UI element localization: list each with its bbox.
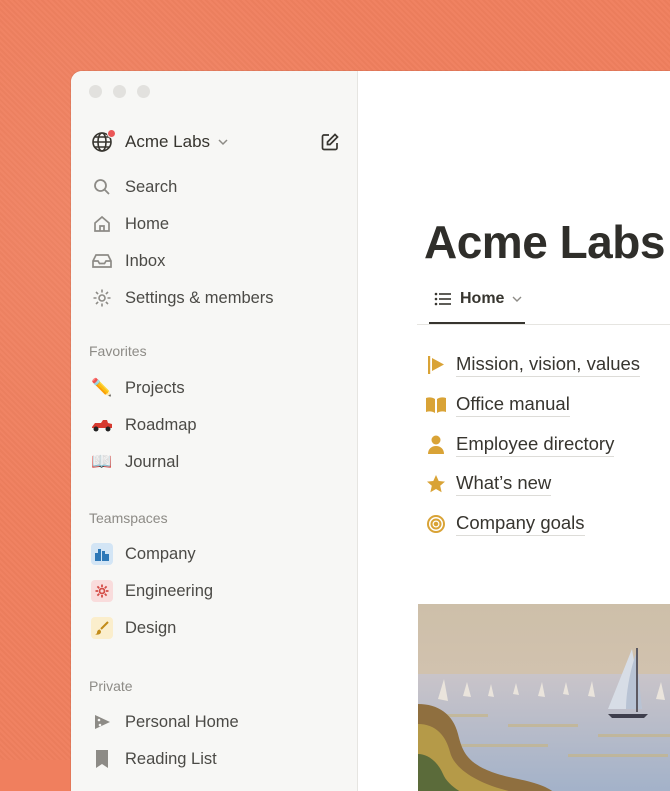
tab-label: Home [460, 290, 505, 307]
pencil-icon: ✏️ [91, 378, 113, 397]
teamspaces-heading: Teamspaces [89, 510, 168, 526]
favorite-projects[interactable]: ✏️ Projects [91, 375, 341, 401]
globe-icon [91, 129, 116, 153]
teamspace-design[interactable]: Design [91, 615, 341, 641]
teamspace-engineering[interactable]: Engineering [91, 578, 341, 604]
paintbrush-icon [91, 617, 113, 639]
person-icon [425, 434, 447, 456]
page-title: Acme Labs [424, 216, 665, 268]
private-personal-home[interactable]: Personal Home [91, 709, 341, 735]
nav-label: Home [125, 214, 170, 233]
sidebar: Acme Labs Search Home Inbox Settings & m… [71, 71, 358, 791]
private-reading-list[interactable]: Reading List [91, 746, 341, 772]
link-label: Company goals [456, 512, 585, 536]
nav-label: Design [125, 618, 177, 637]
link-company-goals[interactable]: Company goals [425, 512, 585, 536]
workspace-name: Acme Labs [125, 132, 211, 151]
search-icon [91, 176, 113, 198]
nav-label: Reading List [125, 749, 217, 768]
link-label: Mission, vision, values [456, 353, 641, 377]
pizza-icon [91, 711, 113, 733]
city-icon [91, 543, 113, 565]
favorite-journal[interactable]: 📖 Journal [91, 449, 341, 475]
nav-label: Settings & members [125, 288, 274, 307]
private-heading: Private [89, 678, 133, 694]
book-icon [425, 394, 447, 416]
bookmark-icon [91, 748, 113, 770]
nav-label: Personal Home [125, 712, 239, 731]
teamspace-company[interactable]: Company [91, 541, 341, 567]
link-employee-directory[interactable]: Employee directory [425, 433, 615, 457]
nav-inbox[interactable]: Inbox [91, 248, 341, 274]
link-whats-new[interactable]: What’s new [425, 472, 552, 496]
link-label: What’s new [456, 472, 552, 496]
tab-divider [417, 324, 670, 325]
open-book-icon: 📖 [91, 452, 113, 471]
link-office-manual[interactable]: Office manual [425, 393, 570, 417]
gear-icon [91, 287, 113, 309]
close-window-button[interactable] [89, 85, 102, 98]
target-icon [425, 513, 447, 535]
nav-label: Projects [125, 378, 185, 397]
cog-icon [91, 580, 113, 602]
inbox-icon [91, 250, 113, 272]
nav-label: Roadmap [125, 415, 197, 434]
notification-dot [107, 129, 116, 138]
nav-label: Journal [125, 452, 180, 471]
nav-label: Search [125, 177, 178, 196]
nav-settings[interactable]: Settings & members [91, 285, 341, 311]
new-page-button[interactable] [319, 131, 341, 153]
chevron-down-icon [512, 296, 522, 302]
home-icon [91, 213, 113, 235]
flag-icon [425, 354, 447, 376]
favorite-roadmap[interactable]: Roadmap [91, 412, 341, 438]
link-label: Employee directory [456, 433, 615, 457]
nav-label: Inbox [125, 251, 166, 270]
favorites-heading: Favorites [89, 343, 147, 359]
link-label: Office manual [456, 393, 570, 417]
race-car-icon [91, 414, 113, 436]
workspace-switcher[interactable]: Acme Labs [91, 129, 341, 155]
nav-home[interactable]: Home [91, 211, 341, 237]
star-icon [425, 473, 447, 495]
nav-search[interactable]: Search [91, 174, 341, 200]
minimize-window-button[interactable] [113, 85, 126, 98]
tab-home[interactable]: Home [434, 290, 524, 308]
nav-label: Company [125, 544, 196, 563]
active-tab-indicator [429, 322, 525, 324]
chevron-down-icon [218, 139, 228, 146]
app-window: Acme Labs Search Home Inbox Settings & m… [71, 71, 670, 791]
maximize-window-button[interactable] [137, 85, 150, 98]
cover-painting [418, 604, 670, 791]
nav-label: Engineering [125, 581, 214, 600]
link-mission[interactable]: Mission, vision, values [425, 353, 641, 377]
list-icon [434, 292, 451, 306]
window-controls [89, 85, 150, 98]
